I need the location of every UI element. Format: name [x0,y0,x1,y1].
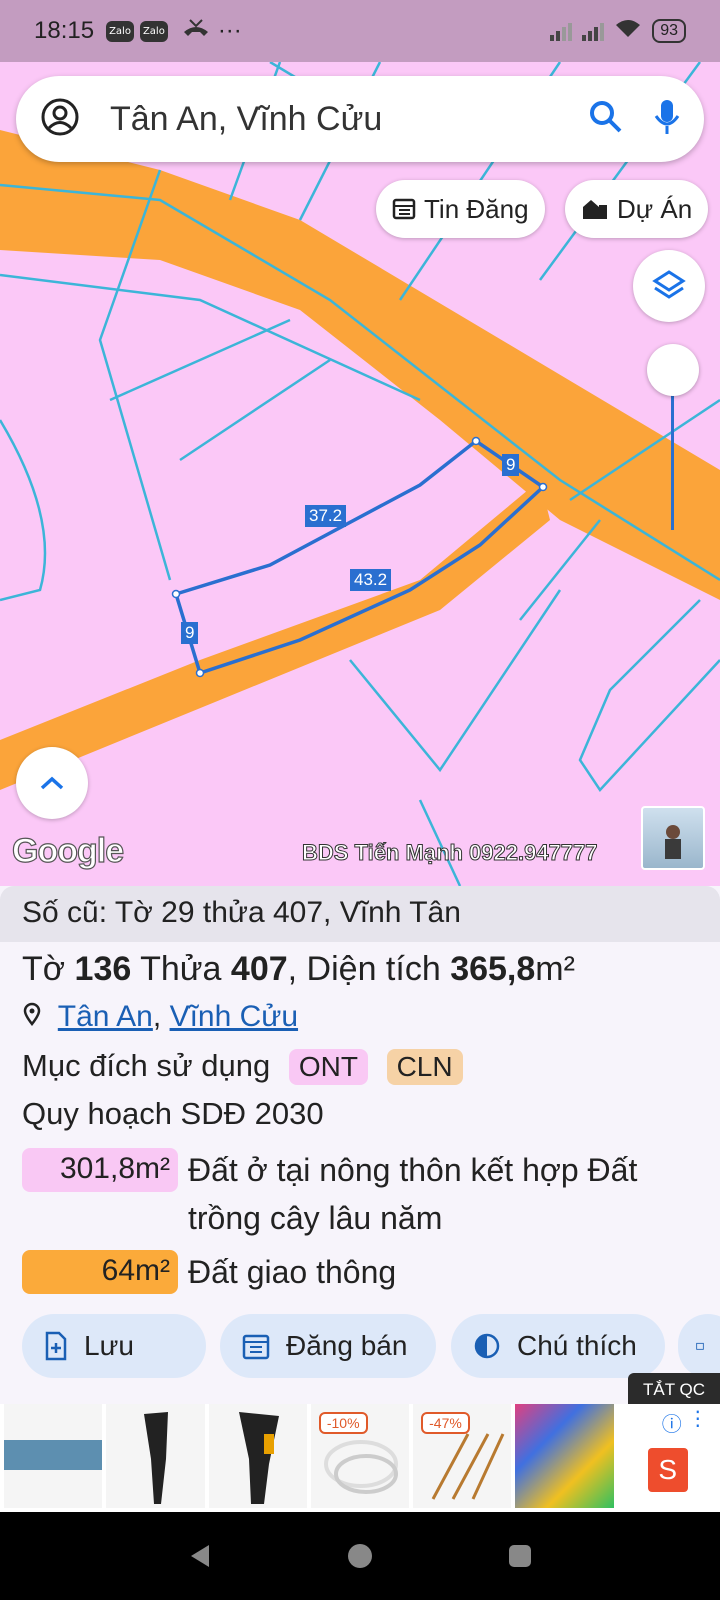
zalo-notification-icon: Zalo [106,20,134,42]
discount-badge: -10% [318,1412,368,1434]
old-parcel-info: Số cũ: Tờ 29 thửa 407, Vĩnh Tân [0,886,720,942]
more-notifications-icon: ··· [217,17,242,44]
avatar[interactable] [641,806,705,870]
du-an-label: Dự Án [617,193,693,224]
battery-icon: 93 [652,19,686,43]
location-separator: , [152,1000,162,1033]
search-bar[interactable]: Tân An, Vĩnh Cửu [16,76,704,162]
location-link-vinh-cuu[interactable]: Vĩnh Cửu [170,1000,298,1033]
plan-area-badge: 64m² [22,1250,178,1294]
thua-value: 407 [230,950,288,988]
area-label: , Diện tích [287,950,441,988]
status-bar: 18:15 Zalo Zalo ··· 93 [0,0,720,62]
search-icon[interactable] [588,99,624,140]
close-ads-button[interactable]: TẮT QC [628,1373,720,1407]
save-label: Lưu [84,1330,134,1361]
more-vert-icon[interactable]: ⋮ [688,1406,708,1431]
calendar-icon [242,1334,270,1360]
parcel-title: Tờ 136 Thửa 407, Diện tích 365,8m² [22,950,575,989]
area-unit: m² [535,950,575,988]
more-action-button[interactable] [678,1314,720,1378]
purpose-tag-cln: CLN [386,1049,463,1085]
area-value: 365,8 [450,950,536,988]
purpose-label: Mục đích sử dụng [22,1048,271,1083]
signal-icon [550,21,573,41]
add-photo-icon [696,1342,704,1350]
save-button[interactable]: Lưu [22,1314,206,1378]
layers-button[interactable] [633,250,705,322]
discount-badge: -47% [421,1412,470,1434]
google-logo: Google [11,831,124,870]
signal-icon-2 [582,21,605,41]
du-an-chip[interactable]: Dự Án [565,180,709,238]
listing-icon [392,198,416,220]
account-icon[interactable] [40,97,80,142]
ad-item[interactable]: ⓘ ⋮ S [617,1404,716,1508]
microphone-icon[interactable] [654,98,680,141]
shopee-icon: S [647,1448,688,1492]
add-file-icon [45,1331,67,1361]
wifi-icon [614,17,642,46]
ad-item[interactable] [106,1404,205,1508]
buildings-icon [583,200,607,219]
thua-label: Thửa [140,950,222,988]
parcel-location: Tân An, Vĩnh Cửu [22,1000,298,1034]
missed-call-icon [182,16,210,47]
edge-label: 9 [502,454,520,476]
post-sale-label: Đăng bán [286,1330,408,1361]
recents-icon[interactable] [505,1541,535,1571]
plan-label: Quy hoạch SDĐ 2030 [22,1096,324,1131]
back-icon[interactable] [185,1541,215,1571]
land-purpose-row: Mục đích sử dụng ONT CLN [22,1048,463,1085]
legend-button[interactable]: Chú thích [451,1314,665,1378]
edge-label: 37.2 [305,505,347,527]
layers-icon [652,270,686,299]
legend-label: Chú thích [517,1330,637,1361]
ad-banner[interactable]: -10% -47% ⓘ ⋮ S [0,1404,720,1512]
system-nav-bar [0,1512,720,1600]
ad-item[interactable]: -10% [310,1404,410,1508]
location-link-tan-an[interactable]: Tân An [58,1000,153,1033]
search-input[interactable]: Tân An, Vĩnh Cửu [110,100,588,139]
contrast-icon [474,1333,500,1359]
location-pin-icon [23,1002,41,1027]
ad-item[interactable] [208,1404,307,1508]
to-label: Tờ [22,950,66,988]
plan-area-badge: 301,8m² [22,1148,178,1192]
to-value: 136 [74,950,132,988]
plan-area-description: Đất giao thông [188,1254,397,1290]
home-icon[interactable] [345,1541,375,1571]
zalo-notification-icon: Zalo [139,20,168,42]
ad-item[interactable]: -47% [413,1404,512,1508]
info-icon[interactable]: ⓘ [662,1408,682,1437]
expand-sheet-button[interactable] [16,747,88,819]
opacity-slider-track[interactable] [671,390,674,530]
tin-dang-label: Tin Đăng [424,193,529,224]
plan-area-description: Đất ở tại nông thôn kết hợp Đất trồng câ… [188,1152,638,1236]
ad-item[interactable] [515,1404,614,1508]
tin-dang-chip[interactable]: Tin Đăng [376,180,545,238]
chevron-up-icon [40,776,64,790]
post-sale-button[interactable]: Đăng bán [220,1314,436,1378]
status-time: 18:15 [34,17,95,44]
edge-label: 9 [181,622,199,644]
edge-label: 43.2 [350,569,392,591]
watermark-text: BDS Tiến Mạnh 0922.947777 [302,840,599,866]
purpose-tag-ont: ONT [288,1049,368,1085]
road-lower [0,480,550,790]
ad-item[interactable] [4,1404,103,1508]
opacity-slider-handle[interactable] [647,344,699,396]
